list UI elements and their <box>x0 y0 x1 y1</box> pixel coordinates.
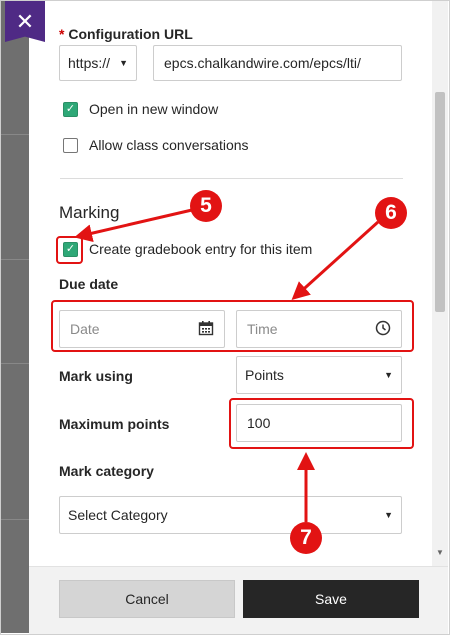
config-url-label: Configuration URL <box>68 26 193 42</box>
chevron-down-icon: ▼ <box>384 370 393 380</box>
mark-category-select[interactable]: Select Category ▼ <box>59 496 402 534</box>
cancel-button[interactable]: Cancel <box>59 580 235 618</box>
chevron-down-icon: ▼ <box>384 510 393 520</box>
annotation-badge-5: 5 <box>190 190 222 222</box>
scrollbar-thumb[interactable] <box>435 92 445 312</box>
close-button[interactable]: ✕ <box>5 1 45 42</box>
annotation-badge-7: 7 <box>290 522 322 554</box>
max-points-label: Maximum points <box>59 416 170 432</box>
config-url-input[interactable]: epcs.chalkandwire.com/epcs/lti/ <box>153 45 402 81</box>
open-new-window-checkbox[interactable]: ✓ <box>63 102 78 117</box>
mark-using-label: Mark using <box>59 368 133 384</box>
close-icon: ✕ <box>15 8 35 34</box>
due-date-label: Due date <box>59 276 119 292</box>
allow-conversations-label: Allow class conversations <box>89 137 249 153</box>
mark-category-label: Mark category <box>59 463 154 479</box>
config-url-value: epcs.chalkandwire.com/epcs/lti/ <box>164 55 361 71</box>
marking-heading: Marking <box>59 203 120 222</box>
scroll-down-icon[interactable]: ▼ <box>435 548 445 558</box>
allow-conversations-checkbox[interactable] <box>63 138 78 153</box>
highlight-gradebook-checkbox <box>56 236 83 264</box>
annotation-badge-6: 6 <box>375 197 407 229</box>
background-overlay <box>1 1 29 633</box>
config-url-label-row: * Configuration URL <box>59 26 193 42</box>
protocol-value: https:// <box>68 55 111 71</box>
chevron-down-icon: ▼ <box>119 58 128 68</box>
highlight-due-date <box>51 300 414 352</box>
mark-using-value: Points <box>245 367 284 383</box>
mark-using-select[interactable]: Points ▼ <box>236 356 402 394</box>
required-mark: * <box>59 26 65 42</box>
protocol-select[interactable]: https:// ▼ <box>59 45 137 81</box>
open-new-window-label: Open in new window <box>89 101 219 117</box>
highlight-max-points <box>229 398 414 449</box>
section-divider <box>60 178 403 179</box>
gradebook-label: Create gradebook entry for this item <box>89 241 313 257</box>
mark-category-value: Select Category <box>68 507 168 523</box>
save-button[interactable]: Save <box>243 580 419 618</box>
